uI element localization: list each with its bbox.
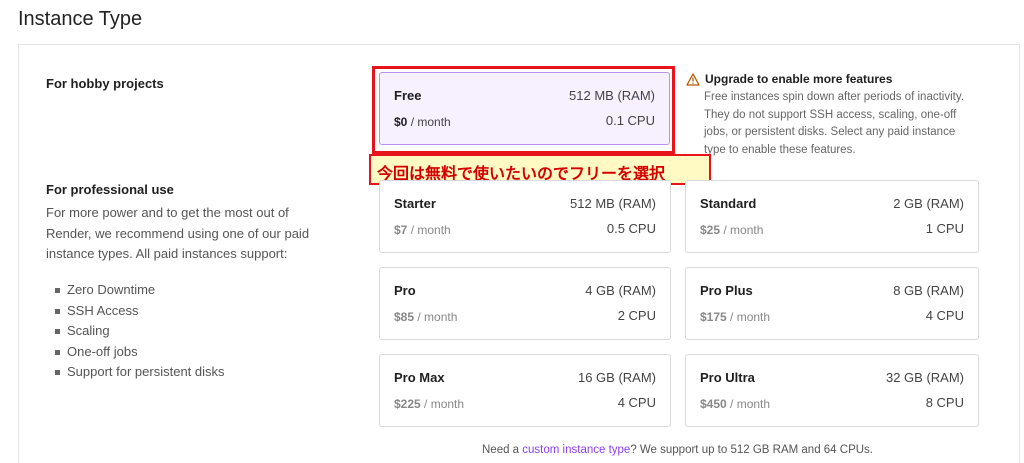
instance-price: $85 / month: [394, 310, 458, 324]
list-item: SSH Access: [55, 301, 225, 322]
instance-card-starter[interactable]: Starter 512 MB (RAM) $7 / month 0.5 CPU: [379, 180, 671, 253]
footer-suffix: ? We support up to 512 GB RAM and 64 CPU…: [630, 444, 874, 456]
instance-cpu: 0.5 CPU: [606, 221, 656, 236]
instance-card-pro-ultra[interactable]: Pro Ultra 32 GB (RAM) $450 / month 8 CPU: [685, 354, 979, 427]
instance-price: $175 / month: [700, 310, 771, 324]
instance-name: Pro Ultra: [700, 370, 755, 385]
instance-price: $7 / month: [394, 223, 451, 237]
list-item: Zero Downtime: [55, 280, 225, 301]
list-item: Support for persistent disks: [55, 362, 225, 383]
instance-ram: 2 GB (RAM): [893, 196, 964, 211]
instance-ram: 512 MB (RAM): [570, 196, 656, 211]
instance-cpu: 2 CPU: [617, 308, 656, 323]
instance-name: Pro Plus: [700, 283, 753, 298]
instance-ram: 32 GB (RAM): [885, 370, 964, 385]
instance-cpu: 1 CPU: [925, 221, 964, 236]
footer-prefix: Need a: [482, 444, 523, 456]
instance-card-standard[interactable]: Standard 2 GB (RAM) $25 / month 1 CPU: [685, 180, 979, 253]
notice-title: Upgrade to enable more features: [705, 72, 893, 86]
instance-name: Starter: [394, 196, 436, 211]
instance-price: $450 / month: [700, 397, 771, 411]
instance-ram: 8 GB (RAM): [893, 283, 964, 298]
instance-card-pro-plus[interactable]: Pro Plus 8 GB (RAM) $175 / month 4 CPU: [685, 267, 979, 340]
instance-card-pro-max[interactable]: Pro Max 16 GB (RAM) $225 / month 4 CPU: [379, 354, 671, 427]
instance-cpu: 8 CPU: [925, 395, 964, 410]
instance-card-pro[interactable]: Pro 4 GB (RAM) $85 / month 2 CPU: [379, 267, 671, 340]
upgrade-notice: Upgrade to enable more features Free ins…: [686, 72, 986, 159]
instance-name: Pro Max: [394, 370, 445, 385]
custom-instance-type-link[interactable]: custom instance type: [522, 444, 630, 456]
instance-cpu: 4 CPU: [617, 395, 656, 410]
feature-list: Zero Downtime SSH Access Scaling One-off…: [55, 280, 225, 383]
professional-description: For more power and to get the most out o…: [46, 205, 310, 261]
instance-name: Pro: [394, 283, 416, 298]
list-item: Scaling: [55, 321, 225, 342]
professional-heading: For professional use: [46, 182, 174, 197]
hobby-heading: For hobby projects: [46, 76, 164, 91]
instance-price: $225 / month: [394, 397, 465, 411]
list-item: One-off jobs: [55, 342, 225, 363]
page-title: Instance Type: [18, 8, 143, 30]
instance-ram: 16 GB (RAM): [577, 370, 656, 385]
instance-cpu: 4 CPU: [925, 308, 964, 323]
notice-body: Free instances spin down after periods o…: [704, 91, 964, 156]
instance-price: $25 / month: [700, 223, 764, 237]
instance-ram: 4 GB (RAM): [585, 283, 656, 298]
instance-name: Standard: [700, 196, 757, 211]
warning-icon: [686, 72, 700, 86]
selection-highlight-box: [372, 66, 675, 154]
